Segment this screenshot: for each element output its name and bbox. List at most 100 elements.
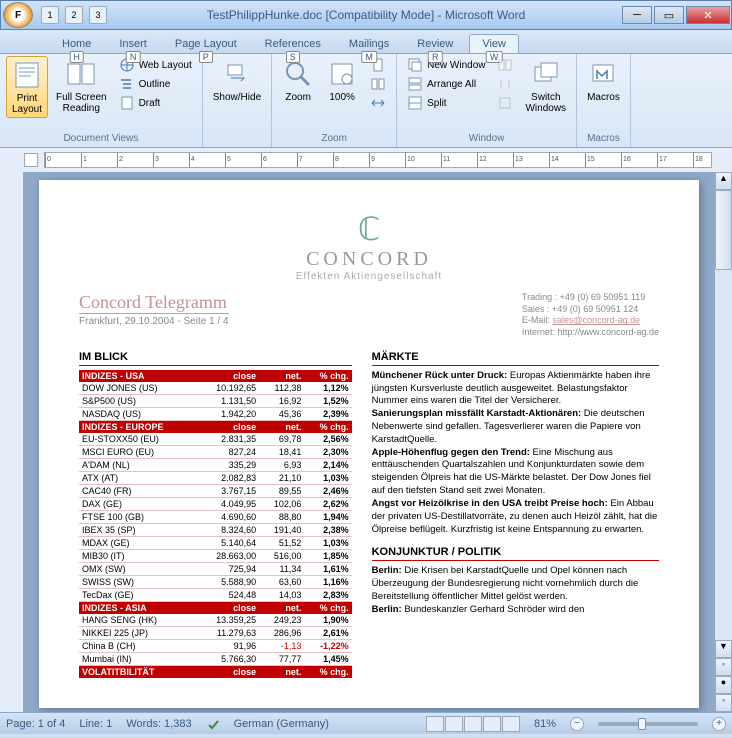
outline-button[interactable]: Outline (115, 75, 196, 93)
view-side-button (493, 56, 517, 74)
new-window-button[interactable]: New Window (403, 56, 489, 74)
table-row: NIKKEI 225 (JP)11.279,63286,962,61% (79, 626, 352, 639)
table-row: NASDAQ (US)1.942,2045,362,39% (79, 407, 352, 420)
tab-mailings[interactable]: MailingsM (337, 35, 401, 53)
arrange-icon (407, 76, 423, 92)
office-button[interactable]: F (3, 2, 33, 28)
zoom-level[interactable]: 81% (534, 718, 556, 730)
scroll-thumb[interactable] (715, 190, 732, 270)
quick-access-toolbar: 1 2 3 (41, 6, 107, 24)
tab-review[interactable]: ReviewR (405, 35, 465, 53)
macros-button[interactable]: Macros (583, 56, 624, 105)
tab-key: P (199, 51, 213, 63)
tab-selector[interactable] (24, 153, 38, 167)
view-full-screen[interactable] (445, 716, 463, 732)
prev-page-button[interactable]: ◦ (715, 658, 732, 676)
draft-button[interactable]: Draft (115, 94, 196, 112)
vertical-ruler[interactable] (0, 172, 24, 712)
split-icon (407, 95, 423, 111)
office-key: F (15, 10, 21, 21)
table-row: CAC40 (FR)3.767,1589,552,46% (79, 484, 352, 497)
minimize-button[interactable]: ─ (622, 6, 652, 24)
horizontal-ruler[interactable]: 0123456789101112131415161718 (44, 152, 712, 168)
table-row: S&P500 (US)1.131,5016,921,52% (79, 394, 352, 407)
document-subtitle: Frankfurt, 29.10.2004 - Seite 1 / 4 (79, 316, 229, 327)
two-pages-button[interactable] (366, 75, 390, 93)
new-window-icon (407, 57, 423, 73)
tab-key: R (428, 51, 443, 63)
view-draft[interactable] (502, 716, 520, 732)
vertical-scrollbar[interactable]: ▲ ▼ ◦ ● ◦ (714, 172, 732, 712)
page-container[interactable]: ℂ CONCORD Effekten Aktiengesellschaft Co… (24, 172, 714, 712)
table-row: TecDax (GE)524,4814,032,83% (79, 588, 352, 601)
page-width-button[interactable] (366, 94, 390, 112)
zoom-100-button[interactable]: 100% (322, 56, 362, 105)
section-imblick: IM BLICK (79, 351, 352, 366)
view-web-layout[interactable] (464, 716, 482, 732)
status-words[interactable]: Words: 1,383 (126, 718, 191, 730)
table-row: A'DAM (NL)335,296,932,14% (79, 458, 352, 471)
table-row: SWISS (SW)5.588,9063,601,16% (79, 575, 352, 588)
tab-key: S (286, 51, 300, 63)
konjunktur-text: Berlin: Die Krisen bei KarstadtQuelle un… (372, 565, 659, 616)
show-hide-button[interactable]: Show/Hide (209, 56, 265, 105)
view-outline[interactable] (483, 716, 501, 732)
view-buttons (426, 716, 520, 732)
section-markte: MÄRKTE (372, 351, 659, 366)
status-proofing-icon[interactable] (206, 717, 220, 731)
tab-insert[interactable]: InsertN (107, 35, 159, 53)
qat-redo[interactable]: 3 (89, 6, 107, 24)
arrange-all-button[interactable]: Arrange All (403, 75, 489, 93)
view-print-layout[interactable] (426, 716, 444, 732)
group-document-views: PrintLayout Full ScreenReading Web Layou… (0, 54, 203, 147)
macros-icon (587, 58, 619, 90)
horizontal-ruler-area: 0123456789101112131415161718 (0, 148, 732, 172)
status-language[interactable]: German (Germany) (234, 718, 329, 730)
zoom-slider-thumb[interactable] (638, 718, 646, 730)
draft-icon (119, 95, 135, 111)
section-konjunktur: KONJUNKTUR / POLITIK (372, 546, 659, 561)
table-row: MDAX (GE)5.140,6451,521,03% (79, 536, 352, 549)
table-row: HANG SENG (HK)13.359,25249,231,90% (79, 614, 352, 627)
status-page[interactable]: Page: 1 of 4 (6, 718, 65, 730)
table-row: MSCI EURO (EU)827,2418,412,30% (79, 445, 352, 458)
split-button[interactable]: Split (403, 94, 489, 112)
zoom-button[interactable]: Zoom (278, 56, 318, 105)
table-row: OMX (SW)725,9411,341,61% (79, 562, 352, 575)
scroll-track[interactable] (715, 190, 732, 640)
table-row: IBEX 35 (SP)8.324,60191,402,38% (79, 523, 352, 536)
logo-mark: ℂ (79, 210, 659, 248)
qat-undo[interactable]: 2 (65, 6, 83, 24)
page-width-icon (370, 95, 386, 111)
zoom-out-button[interactable]: − (570, 717, 584, 731)
browse-object-button[interactable]: ● (715, 676, 732, 694)
table-row: DOW JONES (US)10.192,65112,381,12% (79, 382, 352, 395)
contact-info: Trading : +49 (0) 69 50951 119 Sales : +… (522, 292, 659, 339)
status-line[interactable]: Line: 1 (79, 718, 112, 730)
scroll-up-button[interactable]: ▲ (715, 172, 732, 190)
print-layout-button[interactable]: PrintLayout (6, 56, 48, 118)
full-screen-reading-button[interactable]: Full ScreenReading (52, 56, 111, 116)
zoom-100-icon (326, 58, 358, 90)
switch-windows-button[interactable]: SwitchWindows (521, 56, 570, 116)
qat-save[interactable]: 1 (41, 6, 59, 24)
status-bar: Page: 1 of 4 Line: 1 Words: 1,383 German… (0, 712, 732, 734)
table-row: FTSE 100 (GB)4.690,6088,801,94% (79, 510, 352, 523)
tab-home[interactable]: HomeH (50, 35, 103, 53)
scroll-down-button[interactable]: ▼ (715, 640, 732, 658)
tab-key: M (361, 51, 377, 63)
logo: ℂ CONCORD Effekten Aktiengesellschaft (79, 210, 659, 282)
show-hide-icon (221, 58, 253, 90)
group-macros: Macros Macros (577, 54, 631, 147)
print-layout-icon (11, 59, 43, 91)
table-row: China B (CH)91,96-1,13-1,22% (79, 639, 352, 652)
next-page-button[interactable]: ◦ (715, 694, 732, 712)
maximize-button[interactable]: ▭ (654, 6, 684, 24)
tab-references[interactable]: ReferencesS (253, 35, 333, 53)
zoom-in-button[interactable]: + (712, 717, 726, 731)
group-zoom: Zoom 100% Zoom (272, 54, 397, 147)
tab-view[interactable]: ViewW (469, 34, 519, 53)
zoom-slider[interactable] (598, 722, 698, 726)
tab-page-layout[interactable]: Page LayoutP (163, 35, 249, 53)
close-button[interactable]: ✕ (686, 6, 730, 24)
